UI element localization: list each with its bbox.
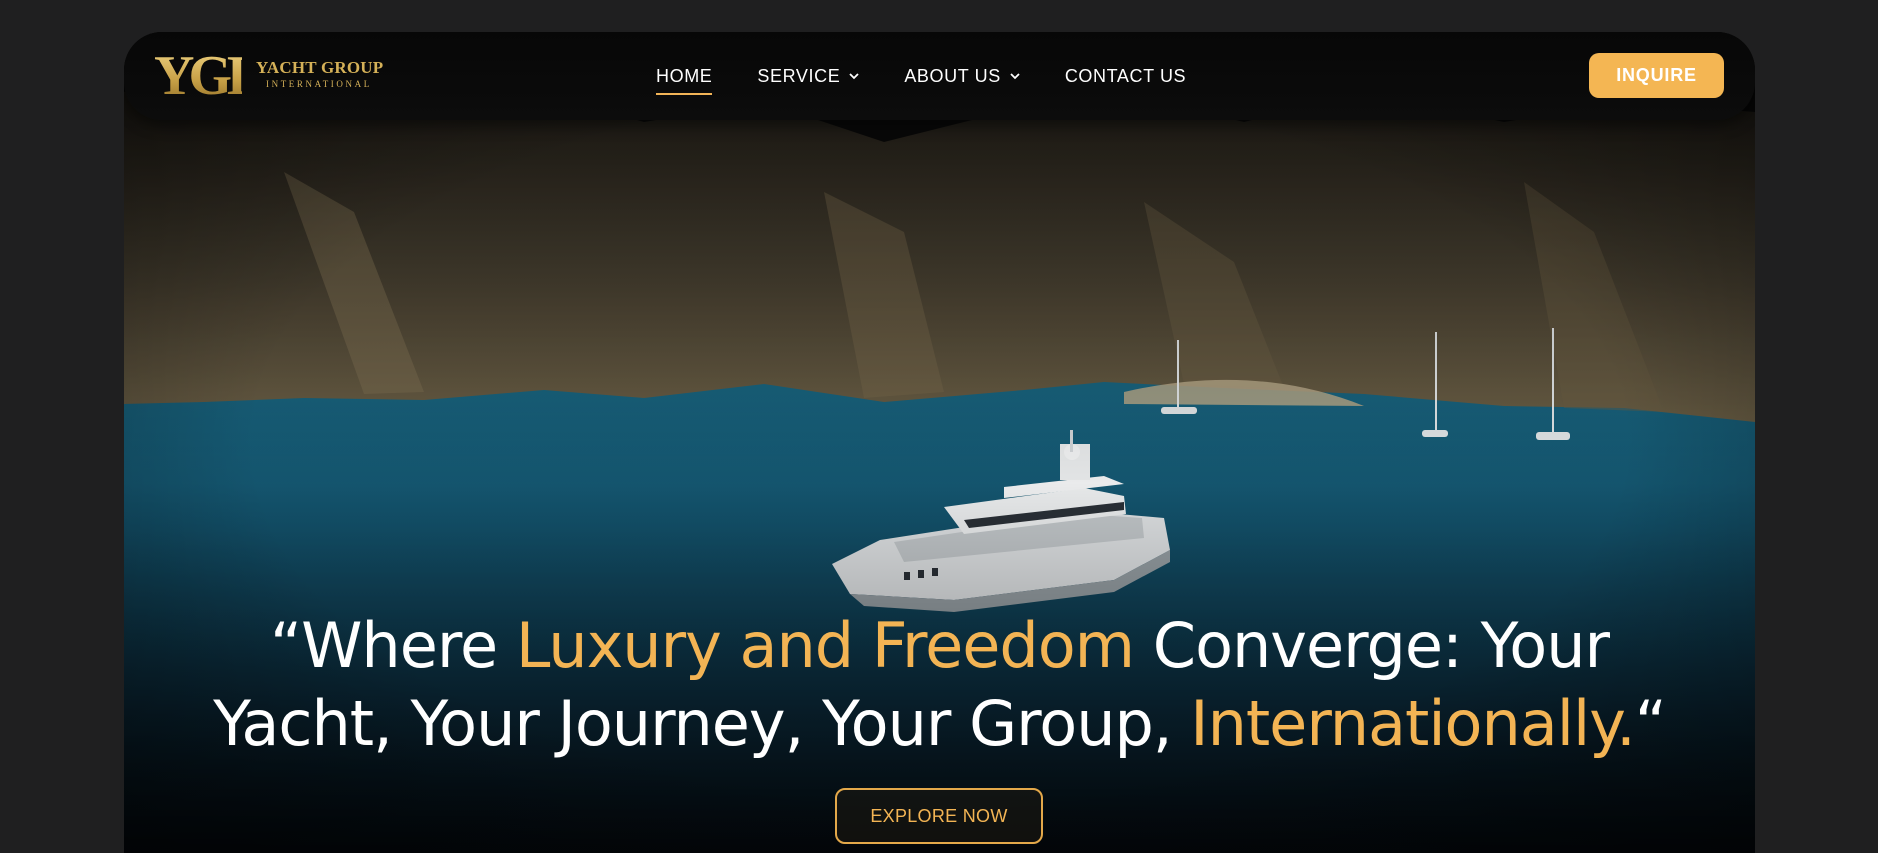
inquire-button[interactable]: INQUIRE (1589, 53, 1724, 98)
headline-highlight-1: Luxury and Freedom (515, 609, 1135, 682)
headline-part-1: Where (301, 609, 516, 682)
site-header: YGI YACHT GROUP INTERNATIONAL HOME SERVI… (124, 32, 1755, 120)
chevron-down-icon (849, 73, 859, 80)
nav-about-us-label: ABOUT US (904, 65, 1001, 86)
nav-contact-us[interactable]: CONTACT US (1065, 66, 1186, 87)
nav-service-label: SERVICE (757, 65, 841, 86)
logo-name: YACHT GROUP (256, 58, 384, 77)
logo-mark: YGI (154, 45, 248, 107)
chevron-down-icon (1010, 73, 1020, 80)
page-frame: YGI YACHT GROUP INTERNATIONAL HOME SERVI… (124, 32, 1755, 853)
logo-subtitle: INTERNATIONAL (266, 79, 372, 89)
nav-home-label: HOME (656, 65, 713, 86)
brand-logo[interactable]: YGI YACHT GROUP INTERNATIONAL (154, 45, 394, 107)
nav-contact-us-label: CONTACT US (1064, 65, 1187, 86)
main-nav: HOME SERVICE ABOUT US CONTACT US (656, 32, 1231, 120)
headline-part-3: Yacht, Your Journey, Your Group, (213, 687, 1191, 760)
quote-close: “ (1634, 687, 1667, 760)
quote-open: “ (269, 609, 302, 682)
hero-headline: “Where Luxury and Freedom Converge: Your… (124, 607, 1755, 763)
nav-service[interactable]: SERVICE (757, 66, 859, 87)
explore-now-button[interactable]: EXPLORE NOW (835, 788, 1043, 844)
nav-home[interactable]: HOME (656, 65, 713, 95)
nav-about-us[interactable]: ABOUT US (904, 66, 1020, 87)
headline-highlight-2: Internationally. (1190, 687, 1635, 760)
headline-part-2: Converge: Your (1134, 609, 1610, 682)
